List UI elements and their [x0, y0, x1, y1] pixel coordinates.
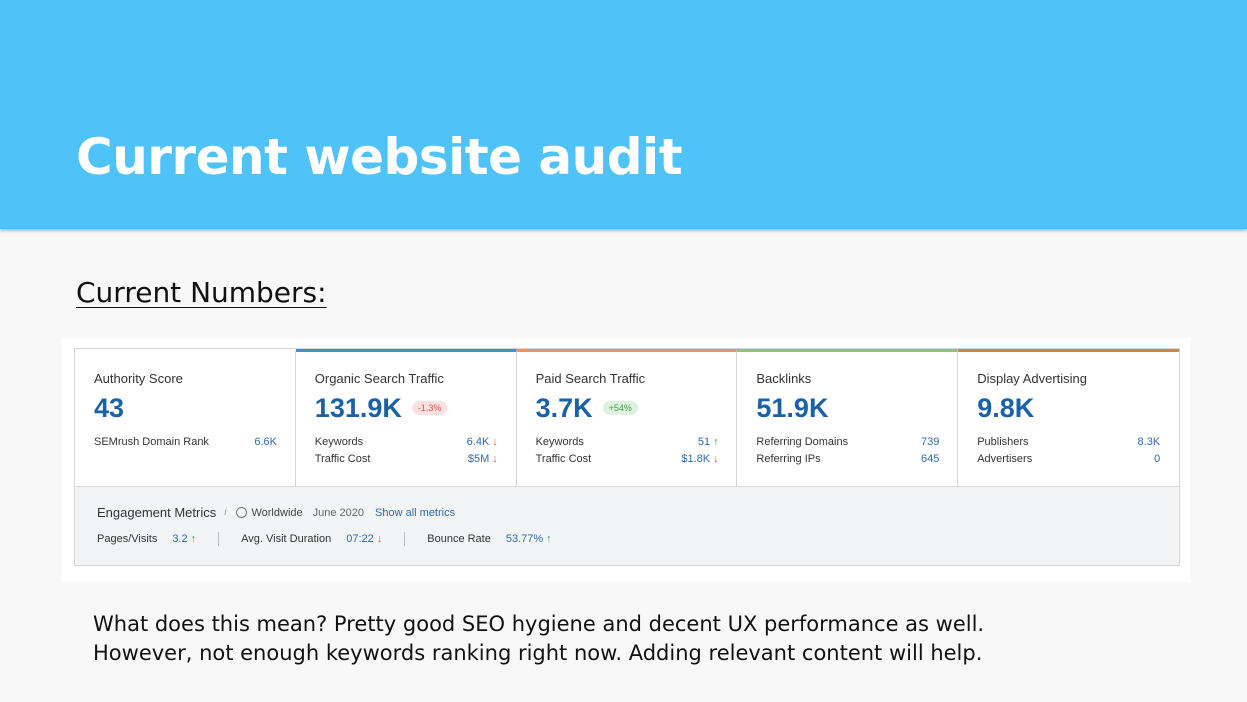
card-value[interactable]: 3.7K	[536, 393, 593, 424]
sub-value[interactable]: 6.4K	[467, 436, 490, 448]
sub-row: Referring IPs 645	[756, 451, 939, 468]
metric-value[interactable]: 07:22	[346, 533, 374, 545]
card-value[interactable]: 9.8K	[977, 393, 1034, 424]
sub-row: Keywords 6.4K ↓	[315, 434, 498, 451]
card-backlinks[interactable]: Backlinks 51.9K Referring Domains 739 Re…	[737, 349, 959, 486]
divider	[404, 532, 406, 546]
card-organic-search-traffic[interactable]: Organic Search Traffic 131.9K -1.3% Keyw…	[295, 349, 517, 486]
card-label: Authority Score	[94, 371, 183, 386]
sub-label: Referring IPs	[756, 453, 821, 465]
metric-avg-visit-duration: Avg. Visit Duration 07:22 ↓	[241, 533, 382, 545]
card-authority-score[interactable]: Authority Score 43 SEMrush Domain Rank 6…	[75, 349, 296, 486]
card-label: Organic Search Traffic	[314, 371, 444, 386]
change-badge: -1.3%	[411, 401, 448, 415]
sub-label: Advertisers	[977, 453, 1033, 465]
metric-value[interactable]: 53.77%	[506, 533, 543, 545]
region-label: Worldwide	[251, 506, 303, 519]
sub-value[interactable]: 645	[921, 451, 939, 468]
engagement-metrics-bar: Engagement Metrics i Worldwide June 2020…	[75, 486, 1179, 565]
sub-label: Traffic Cost	[535, 453, 592, 465]
sub-row: Traffic Cost $1.8K ↓	[536, 451, 719, 468]
sub-row: Traffic Cost $5M ↓	[315, 451, 498, 468]
metric-value[interactable]: 3.2	[172, 533, 187, 545]
arrow-down-icon: ↓	[376, 533, 383, 545]
card-value[interactable]: 51.9K	[756, 393, 828, 424]
card-label: Backlinks	[756, 371, 812, 386]
body-line: However, not enough keywords ranking rig…	[93, 641, 983, 665]
sub-value[interactable]: 6.6K	[254, 434, 277, 451]
card-label: Display Advertising	[977, 371, 1088, 386]
divider	[218, 532, 220, 546]
metric-label: Avg. Visit Duration	[241, 533, 332, 545]
metric-cards: Authority Score 43 SEMrush Domain Rank 6…	[75, 349, 1179, 486]
slide-title: Current website audit	[76, 128, 683, 186]
metric-label: Bounce Rate	[427, 533, 491, 545]
sub-value[interactable]: 0	[1154, 451, 1160, 468]
sub-row: SEMrush Domain Rank 6.6K	[94, 434, 277, 451]
body-line: What does this mean? Pretty good SEO hyg…	[93, 612, 985, 636]
metric-bounce-rate: Bounce Rate 53.77% ↑	[427, 533, 551, 545]
sub-value[interactable]: 51	[698, 436, 710, 448]
globe-icon	[236, 507, 248, 518]
show-all-metrics-link[interactable]: Show all metrics	[375, 507, 455, 519]
sub-label: SEMrush Domain Rank	[94, 436, 209, 448]
card-display-advertising[interactable]: Display Advertising 9.8K Publishers 8.3K…	[958, 349, 1179, 486]
info-icon[interactable]: i	[224, 507, 226, 518]
date-label: June 2020	[312, 506, 365, 519]
sub-row: Advertisers 0	[977, 451, 1160, 468]
sub-label: Keywords	[535, 436, 584, 448]
card-value[interactable]: 131.9K	[315, 393, 402, 424]
header-band	[0, 0, 1247, 229]
section-heading: Current Numbers:	[76, 276, 327, 309]
sub-value[interactable]: $5M	[468, 453, 489, 465]
sub-value[interactable]: 739	[921, 434, 939, 451]
semrush-overview-widget: Authority Score 43 SEMrush Domain Rank 6…	[74, 348, 1180, 566]
sub-row: Referring Domains 739	[756, 434, 939, 451]
arrow-down-icon: ↓	[713, 453, 719, 465]
engagement-title: Engagement Metrics	[97, 505, 217, 520]
arrow-up-icon: ↑	[546, 533, 552, 545]
card-label: Paid Search Traffic	[535, 371, 646, 386]
arrow-up-icon: ↑	[713, 436, 719, 448]
metric-label: Pages/Visits	[97, 533, 158, 545]
sub-label: Publishers	[977, 436, 1029, 448]
sub-row: Publishers 8.3K	[977, 434, 1160, 451]
arrow-up-icon: ↑	[190, 533, 197, 545]
sub-row: Keywords 51 ↑	[536, 434, 719, 451]
arrow-down-icon: ↓	[492, 453, 498, 465]
sub-value[interactable]: $1.8K	[681, 453, 710, 465]
card-paid-search-traffic[interactable]: Paid Search Traffic 3.7K +54% Keywords 5…	[516, 349, 738, 486]
body-text: What does this mean? Pretty good SEO hyg…	[93, 610, 984, 668]
sub-value[interactable]: 8.3K	[1138, 434, 1161, 451]
sub-label: Keywords	[314, 436, 364, 448]
sub-label: Traffic Cost	[314, 453, 371, 465]
change-badge: +54%	[602, 401, 638, 415]
arrow-down-icon: ↓	[492, 436, 498, 448]
card-value[interactable]: 43	[94, 393, 124, 424]
sub-label: Referring Domains	[756, 436, 849, 448]
metric-pages-visits: Pages/Visits 3.2 ↑	[97, 533, 196, 545]
